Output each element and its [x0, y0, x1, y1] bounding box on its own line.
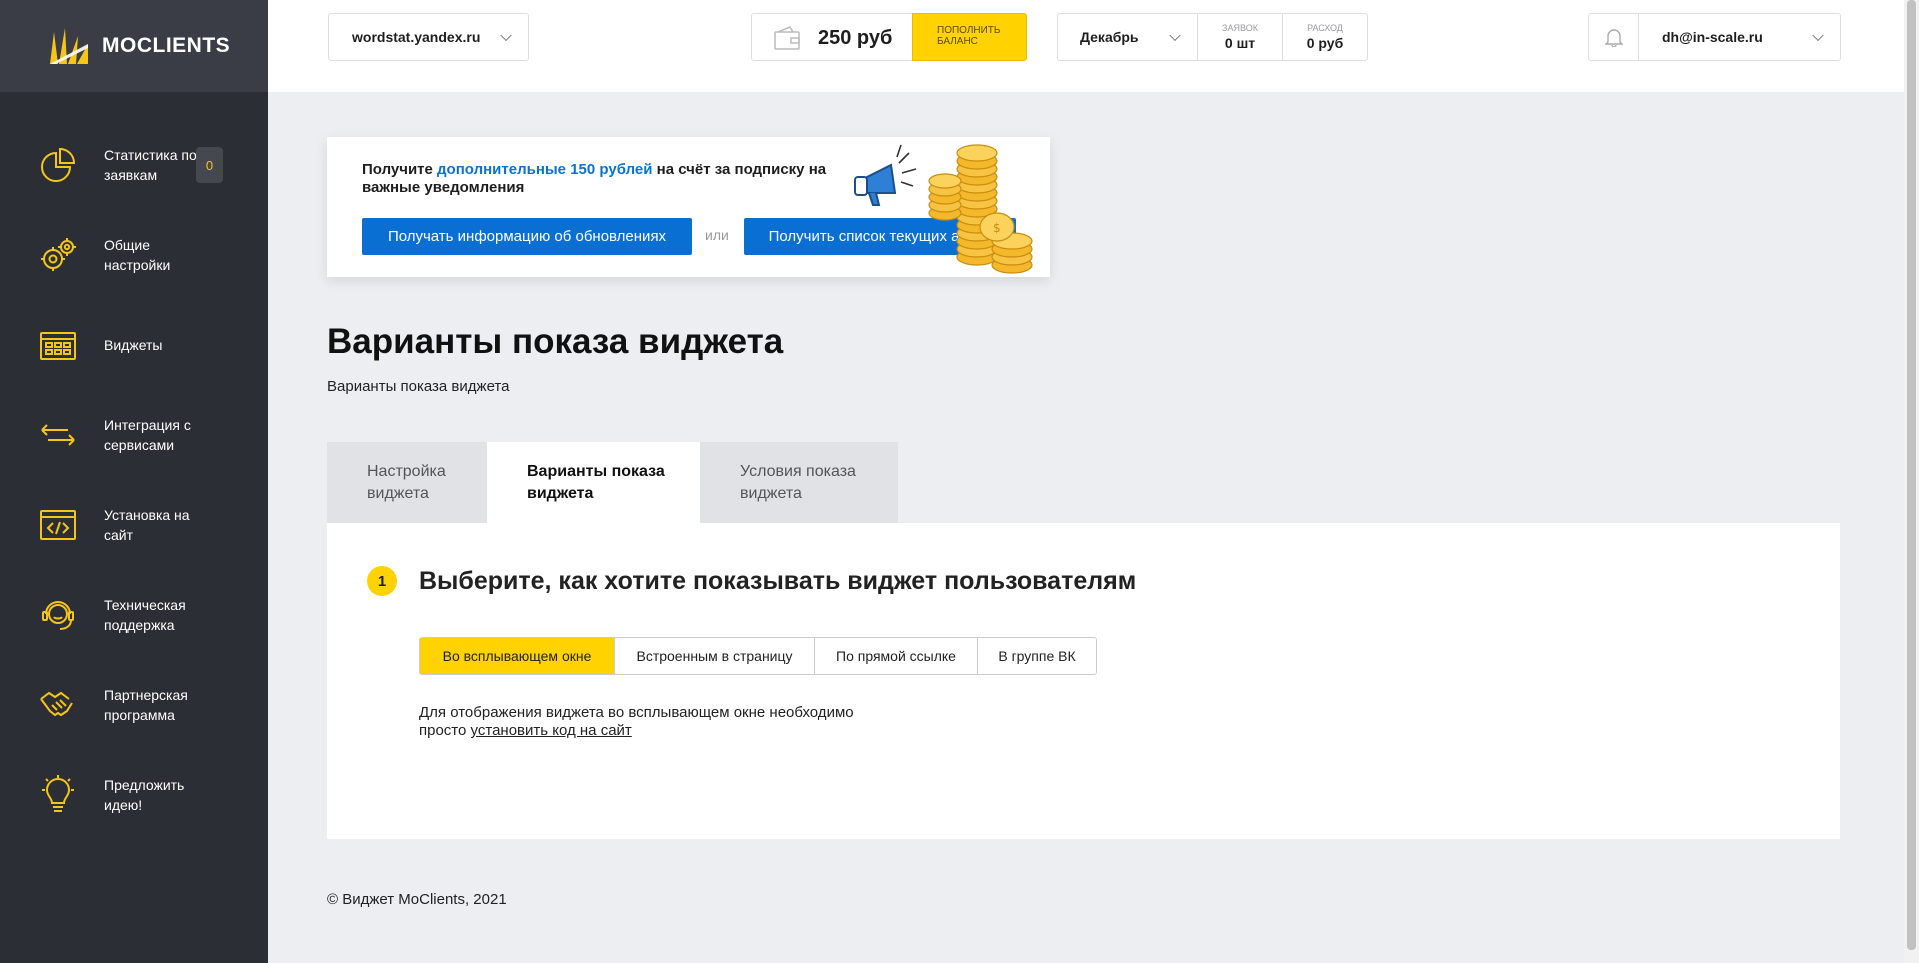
display-mode-selector: Во всплывающем окне Встроенным в страниц… [419, 637, 1097, 675]
stats-count-badge: 0 [196, 147, 223, 183]
logo[interactable]: MOCLIENTS [0, 0, 268, 92]
sidebar-item-label: Партнерская программа [104, 687, 188, 723]
month-value: Декабрь [1080, 29, 1139, 45]
option-description: Для отображения виджета во всплывающем о… [419, 704, 899, 740]
code-window-icon [40, 510, 76, 540]
gears-icon [41, 238, 76, 271]
pie-chart-icon [41, 147, 76, 182]
widget-tabs: Настройка виджета Варианты показа виджет… [327, 442, 898, 523]
megaphone-icon [854, 144, 917, 206]
wallet-icon [774, 26, 800, 50]
balance-value: 250 руб [818, 27, 893, 49]
leads-value: 0 шт [1224, 35, 1256, 51]
sidebar: MOCLIENTS Статистика по заявкам 0 Общие … [0, 0, 268, 963]
month-select[interactable]: Декабрь [1058, 14, 1198, 60]
sidebar-item-widgets[interactable]: Виджеты [0, 300, 268, 390]
display-options-card: 1 Выберите, как хотите показывать виджет… [327, 523, 1840, 839]
sidebar-item-label: Техническая поддержка [104, 597, 186, 633]
page-subtitle: Варианты показа виджета [327, 378, 510, 395]
install-code-link[interactable]: установить код на сайт [471, 722, 632, 739]
balance-display: 250 руб [751, 13, 912, 61]
tab-widget-settings[interactable]: Настройка виджета [327, 442, 487, 523]
sidebar-item-partners[interactable]: Партнерская программа [0, 660, 268, 750]
leads-stat: ЗАЯВОК 0 шт [1198, 14, 1283, 60]
chevron-down-icon [500, 29, 512, 42]
sidebar-item-install[interactable]: Установка на сайт [0, 480, 268, 570]
promo-text: Получите дополнительные 150 рублей на сч… [362, 161, 842, 197]
sidebar-item-stats[interactable]: Статистика по заявкам 0 [0, 120, 268, 210]
promo-text-start: Получите [362, 161, 438, 178]
subscribe-updates-button[interactable]: Получать информацию об обновлениях [362, 218, 692, 255]
page-title: Варианты показа виджета [327, 322, 784, 361]
sidebar-item-settings[interactable]: Общие настройки [0, 210, 268, 300]
coin-stacks-icon: $ [928, 144, 1033, 274]
handshake-icon [40, 691, 73, 717]
chevron-down-icon [1169, 29, 1181, 42]
svg-text:$: $ [993, 221, 1001, 235]
spend-caption: РАСХОД [1307, 23, 1343, 33]
topup-balance-button[interactable]: ПОПОЛНИТЬ БАЛАНС [912, 13, 1027, 61]
sidebar-item-integrations[interactable]: Интеграция с сервисами [0, 390, 268, 480]
spend-value: 0 руб [1306, 35, 1344, 51]
tab-display-conditions[interactable]: Условия показа виджета [700, 442, 898, 523]
stats-panel: Декабрь ЗАЯВОК 0 шт РАСХОД 0 руб [1057, 13, 1368, 61]
user-email: dh@in-scale.ru [1662, 29, 1763, 45]
page-scrollbar[interactable] [1904, 0, 1919, 963]
lightbulb-icon [42, 775, 74, 812]
spend-stat: РАСХОД 0 руб [1283, 14, 1367, 60]
promo-banner: Получите дополнительные 150 рублей на сч… [327, 137, 1050, 277]
sidebar-item-label: Общие настройки [104, 237, 171, 273]
widgets-grid-icon [40, 332, 76, 360]
sidebar-item-idea[interactable]: Предложить идею! [0, 750, 268, 840]
promo-or-label: или [705, 227, 729, 243]
user-menu[interactable]: dh@in-scale.ru [1588, 13, 1841, 61]
notifications-button[interactable] [1589, 14, 1639, 60]
site-select[interactable]: wordstat.yandex.ru [328, 13, 529, 61]
logo-mark-icon [50, 28, 88, 64]
chevron-down-icon [1812, 29, 1824, 42]
footer-copyright: © Виджет MoClients, 2021 [327, 891, 507, 908]
sidebar-item-label: Интеграция с сервисами [104, 417, 191, 453]
step-number-badge: 1 [367, 566, 397, 596]
bell-icon [1604, 29, 1623, 47]
sidebar-item-label: Виджеты [104, 337, 163, 353]
sidebar-item-label: Предложить идею! [104, 777, 185, 813]
promo-text-highlight: дополнительные 150 рублей [437, 161, 653, 178]
megaphone-coins-illustration: $ [854, 144, 1033, 274]
option-popup[interactable]: Во всплывающем окне [420, 638, 615, 674]
option-direct-link[interactable]: По прямой ссылке [815, 638, 978, 674]
option-embedded[interactable]: Встроенным в страницу [615, 638, 815, 674]
logo-text: MOCLIENTS [102, 34, 231, 57]
sidebar-item-label: Установка на сайт [104, 507, 190, 543]
leads-caption: ЗАЯВОК [1222, 23, 1258, 33]
headset-icon [42, 601, 74, 630]
step-title: Выберите, как хотите показывать виджет п… [419, 567, 1137, 595]
sidebar-item-support[interactable]: Техническая поддержка [0, 570, 268, 660]
tab-display-options[interactable]: Варианты показа виджета [487, 442, 700, 523]
option-vk-group[interactable]: В группе ВК [978, 638, 1096, 674]
scrollbar-thumb[interactable] [1907, 0, 1916, 950]
arrows-exchange-icon [41, 424, 75, 446]
sidebar-nav: Статистика по заявкам 0 Общие настройки … [0, 92, 268, 840]
site-select-value: wordstat.yandex.ru [352, 29, 481, 45]
topbar: wordstat.yandex.ru 250 руб ПОПОЛНИТЬ БАЛ… [268, 0, 1904, 92]
